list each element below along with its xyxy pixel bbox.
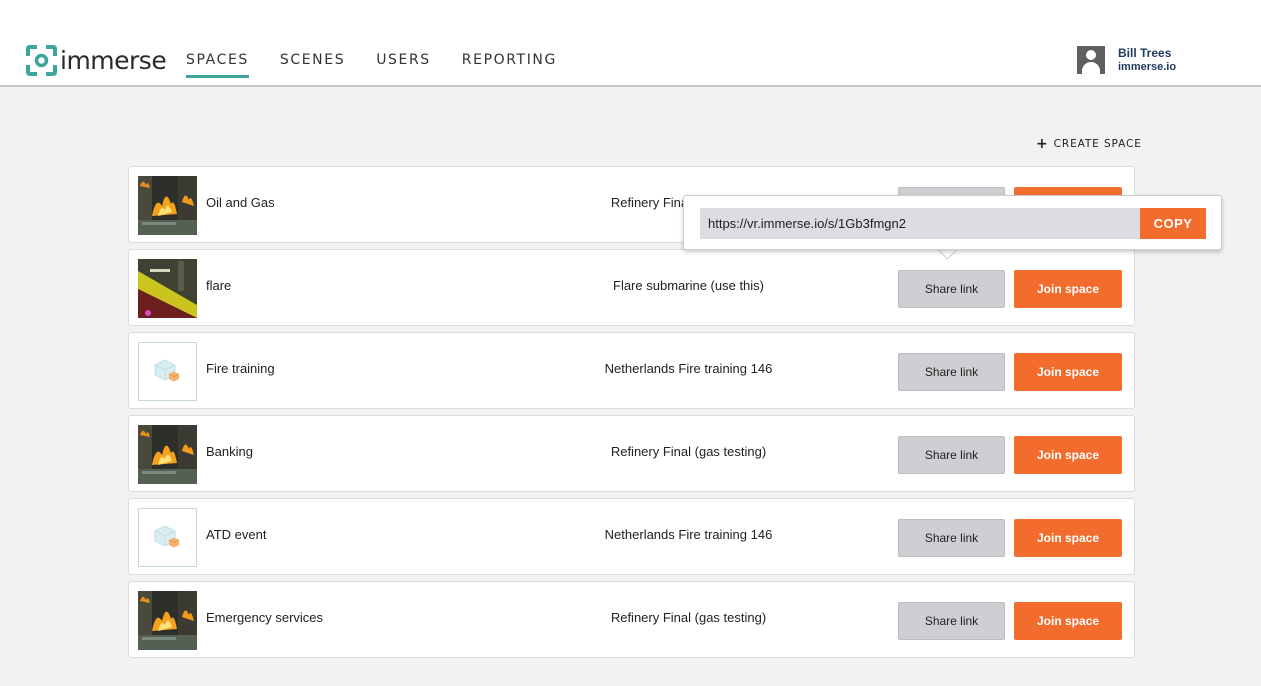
space-name[interactable]: flare (206, 278, 231, 293)
avatar-head (1086, 50, 1096, 60)
share-link-button[interactable]: Share link (898, 436, 1005, 474)
space-row: Banking Refinery Final (gas testing) Sha… (128, 415, 1135, 492)
space-row: Emergency services Refinery Final (gas t… (128, 581, 1135, 658)
share-link-button[interactable]: Share link (898, 353, 1005, 391)
cube-placeholder-icon (154, 359, 180, 382)
join-space-button[interactable]: Join space (1014, 270, 1122, 308)
space-thumbnail[interactable] (138, 508, 197, 567)
join-space-button[interactable]: Join space (1014, 602, 1122, 640)
user-menu[interactable]: Bill Trees immerse.io (1077, 46, 1176, 74)
space-name[interactable]: Emergency services (206, 610, 323, 625)
space-name[interactable]: ATD event (206, 527, 266, 542)
create-space-button[interactable]: + CREATE SPACE (1036, 137, 1142, 151)
user-avatar-icon[interactable] (1077, 46, 1105, 74)
plus-icon: + (1036, 136, 1049, 152)
space-thumbnail[interactable] (138, 176, 197, 235)
user-org: immerse.io (1118, 60, 1177, 73)
space-thumbnail[interactable] (138, 591, 197, 650)
join-space-button[interactable]: Join space (1014, 519, 1122, 557)
space-thumbnail[interactable] (138, 259, 197, 318)
share-link-button[interactable]: Share link (898, 519, 1005, 557)
copy-button[interactable]: COPY (1140, 208, 1206, 239)
immerse-logo-icon (26, 45, 57, 76)
create-space-label: CREATE SPACE (1053, 138, 1142, 150)
cube-placeholder-icon (154, 525, 180, 548)
space-row: flare Flare submarine (use this) Share l… (128, 249, 1135, 326)
user-info: Bill Trees immerse.io (1118, 46, 1176, 74)
space-row: ATD event Netherlands Fire training 146 … (128, 498, 1135, 575)
join-space-button[interactable]: Join space (1014, 436, 1122, 474)
space-thumbnail[interactable] (138, 342, 197, 401)
nav-scenes[interactable]: SCENES (280, 52, 345, 78)
avatar-body (1082, 62, 1100, 74)
flare-scene-image (138, 259, 197, 318)
space-row: Fire training Netherlands Fire training … (128, 332, 1135, 409)
main-nav: SPACES SCENES USERS REPORTING (186, 52, 588, 78)
fire-scene-image (138, 591, 197, 650)
space-name[interactable]: Oil and Gas (206, 195, 275, 210)
nav-users[interactable]: USERS (376, 52, 431, 78)
share-link-button[interactable]: Share link (898, 270, 1005, 308)
logo-text: immerse (60, 46, 167, 75)
share-link-popover: COPY (683, 195, 1222, 250)
fire-scene-image (138, 425, 197, 484)
fire-scene-image (138, 176, 197, 235)
join-space-button[interactable]: Join space (1014, 353, 1122, 391)
space-thumbnail[interactable] (138, 425, 197, 484)
nav-reporting[interactable]: REPORTING (462, 52, 557, 78)
share-url-field[interactable] (700, 208, 1141, 239)
user-name: Bill Trees (1118, 46, 1172, 61)
space-name[interactable]: Banking (206, 444, 253, 459)
space-name[interactable]: Fire training (206, 361, 275, 376)
immerse-logo[interactable]: immerse (26, 45, 167, 76)
nav-spaces[interactable]: SPACES (186, 52, 249, 78)
top-header: immerse SPACES SCENES USERS REPORTING Bi… (0, 0, 1261, 87)
share-link-button[interactable]: Share link (898, 602, 1005, 640)
